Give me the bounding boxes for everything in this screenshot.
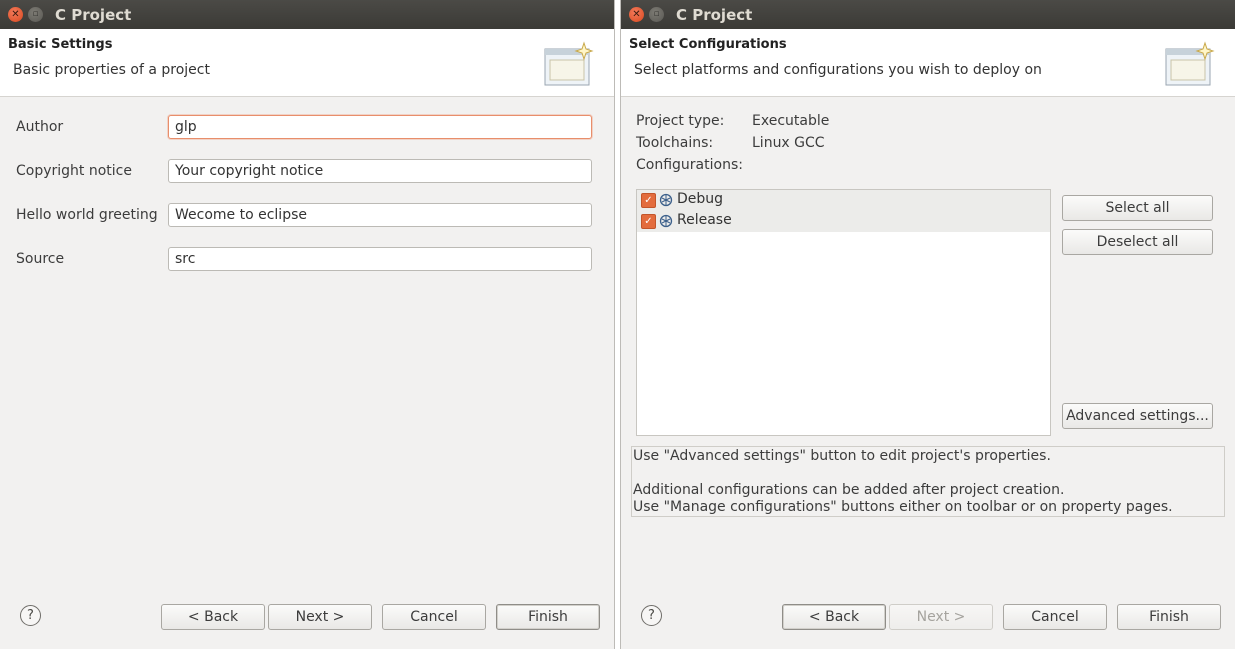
page-description: Basic properties of a project (13, 62, 210, 78)
title-bar: ✕ ▫ C Project (621, 0, 1235, 29)
copyright-notice-label: Copyright notice (16, 163, 132, 179)
hello-world-greeting-field[interactable] (168, 203, 592, 227)
source-label: Source (16, 251, 65, 267)
close-icon[interactable]: ✕ (8, 7, 23, 22)
title-bar: ✕ ▫ C Project (0, 0, 614, 29)
list-item[interactable]: ✓ Release (637, 211, 1050, 232)
project-type-value: Executable (752, 113, 830, 129)
advanced-settings-button[interactable]: Advanced settings... (1062, 403, 1213, 429)
toolchains-label: Toolchains: (636, 135, 714, 151)
configuration-name: Debug (677, 191, 724, 207)
page-description: Select platforms and configurations you … (634, 62, 1042, 78)
window-title: C Project (55, 6, 132, 24)
next-button[interactable]: Next > (268, 604, 372, 630)
maximize-icon[interactable]: ▫ (649, 7, 664, 22)
copyright-notice-field[interactable] (168, 159, 592, 183)
finish-button[interactable]: Finish (496, 604, 600, 630)
wizard-banner-icon (1165, 41, 1215, 86)
configurations-list[interactable]: ✓ Debug ✓ Release (636, 189, 1051, 436)
list-item[interactable]: ✓ Debug (637, 190, 1050, 211)
wizard-header: Select Configurations Select platforms a… (621, 29, 1235, 97)
toolchains-value: Linux GCC (752, 135, 825, 151)
author-label: Author (16, 119, 64, 135)
cancel-button[interactable]: Cancel (382, 604, 486, 630)
hello-world-greeting-label: Hello world greeting (16, 207, 158, 223)
checkbox-checked-icon[interactable]: ✓ (641, 214, 656, 229)
c-project-window-select-configurations: ✕ ▫ C Project Select Configurations Sele… (620, 0, 1235, 649)
page-title: Basic Settings (8, 37, 113, 52)
close-icon[interactable]: ✕ (629, 7, 644, 22)
help-icon[interactable]: ? (641, 605, 662, 626)
project-type-label: Project type: (636, 113, 725, 129)
page-title: Select Configurations (629, 37, 787, 52)
configuration-icon (659, 214, 673, 228)
select-all-button[interactable]: Select all (1062, 195, 1213, 221)
back-button[interactable]: < Back (782, 604, 886, 630)
help-icon[interactable]: ? (20, 605, 41, 626)
back-button[interactable]: < Back (161, 604, 265, 630)
finish-button[interactable]: Finish (1117, 604, 1221, 630)
checkbox-checked-icon[interactable]: ✓ (641, 193, 656, 208)
message-line: Additional configurations can be added a… (633, 482, 1065, 498)
message-line: Use "Manage configurations" buttons eith… (633, 499, 1173, 515)
source-field[interactable] (168, 247, 592, 271)
window-title: C Project (676, 6, 753, 24)
configuration-name: Release (677, 212, 732, 228)
maximize-icon[interactable]: ▫ (28, 7, 43, 22)
cancel-button[interactable]: Cancel (1003, 604, 1107, 630)
configuration-icon (659, 193, 673, 207)
deselect-all-button[interactable]: Deselect all (1062, 229, 1213, 255)
author-field[interactable] (168, 115, 592, 139)
next-button[interactable]: Next > (889, 604, 993, 630)
info-message: Use "Advanced settings" button to edit p… (631, 446, 1225, 517)
configurations-label: Configurations: (636, 157, 743, 173)
wizard-banner-icon (544, 41, 594, 86)
message-line: Use "Advanced settings" button to edit p… (633, 448, 1051, 464)
wizard-header: Basic Settings Basic properties of a pro… (0, 29, 614, 97)
c-project-window-basic-settings: ✕ ▫ C Project Basic Settings Basic prope… (0, 0, 615, 649)
